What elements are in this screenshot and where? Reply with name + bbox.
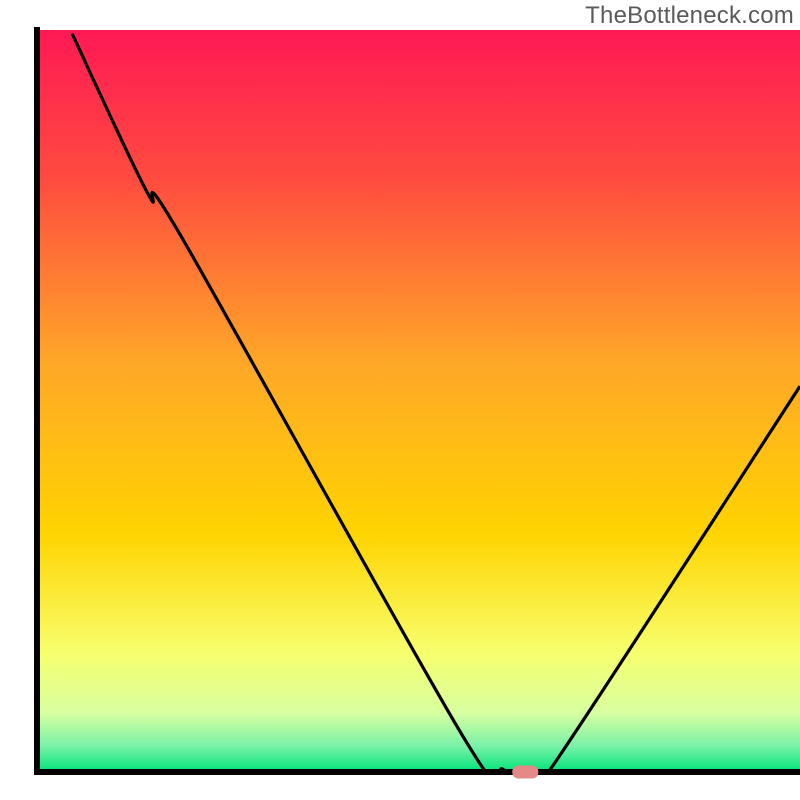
optimal-marker xyxy=(512,766,538,779)
chart-container: TheBottleneck.com xyxy=(0,0,800,800)
watermark-text: TheBottleneck.com xyxy=(585,2,794,30)
chart-svg xyxy=(0,0,800,800)
